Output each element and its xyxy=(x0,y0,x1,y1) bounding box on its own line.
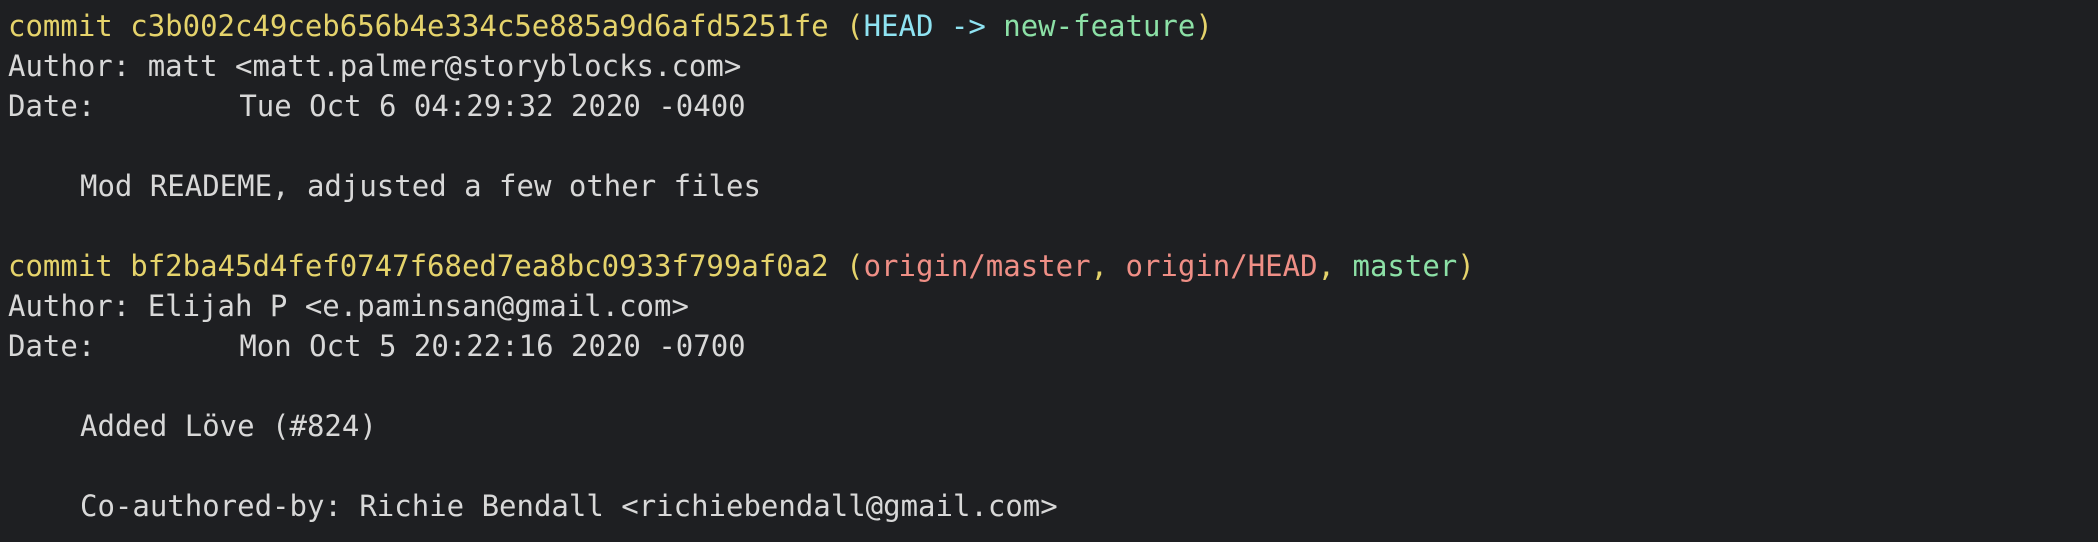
commit-keyword: commit xyxy=(8,249,113,283)
commit-message: Mod READEME, adjusted a few other files xyxy=(80,169,761,203)
head-arrow: -> xyxy=(950,9,986,43)
author-value: matt <matt.palmer@storyblocks.com> xyxy=(147,49,742,83)
head-ref: HEAD xyxy=(863,9,934,43)
date-line: Date: Mon Oct 5 20:22:16 2020 -0700 xyxy=(8,326,2090,366)
date-label: Date: xyxy=(8,329,96,363)
local-master-ref: master xyxy=(1352,249,1458,283)
commit-hash: c3b002c49ceb656b4e334c5e885a9d6afd5251fe xyxy=(130,9,829,43)
remote-master-ref: origin/master xyxy=(863,249,1091,283)
commit-keyword: commit xyxy=(8,9,113,43)
remote-head-ref: origin/HEAD xyxy=(1125,249,1318,283)
refs-open-paren: ( xyxy=(846,249,864,283)
date-value: Tue Oct 6 04:29:32 2020 -0400 xyxy=(239,89,746,123)
author-value: Elijah P <e.paminsan@gmail.com> xyxy=(147,289,689,323)
commit-hash: bf2ba45d4fef0747f68ed7ea8bc0933f799af0a2 xyxy=(130,249,829,283)
author-label: Author: xyxy=(8,49,131,83)
refs-comma: , xyxy=(1317,249,1336,283)
commit-message: Added Löve (#824) xyxy=(80,409,377,443)
commit-header-line: commit c3b002c49ceb656b4e334c5e885a9d6af… xyxy=(8,6,2090,46)
refs-close-paren: ) xyxy=(1195,9,1213,43)
date-label: Date: xyxy=(8,89,96,123)
terminal-window[interactable]: commit c3b002c49ceb656b4e334c5e885a9d6af… xyxy=(0,0,2098,542)
refs-comma: , xyxy=(1090,249,1109,283)
commit-header-line: commit bf2ba45d4fef0747f68ed7ea8bc0933f7… xyxy=(8,246,2090,286)
author-line: Author: Elijah P <e.paminsan@gmail.com> xyxy=(8,286,2090,326)
commit-trailer: Co-authored-by: Richie Bendall <richiebe… xyxy=(80,489,1058,523)
refs-close-paren: ) xyxy=(1457,249,1475,283)
date-line: Date: Tue Oct 6 04:29:32 2020 -0400 xyxy=(8,86,2090,126)
date-value: Mon Oct 5 20:22:16 2020 -0700 xyxy=(239,329,746,363)
author-label: Author: xyxy=(8,289,131,323)
author-line: Author: matt <matt.palmer@storyblocks.co… xyxy=(8,46,2090,86)
refs-open-paren: ( xyxy=(846,9,864,43)
branch-ref: new-feature xyxy=(1003,9,1196,43)
